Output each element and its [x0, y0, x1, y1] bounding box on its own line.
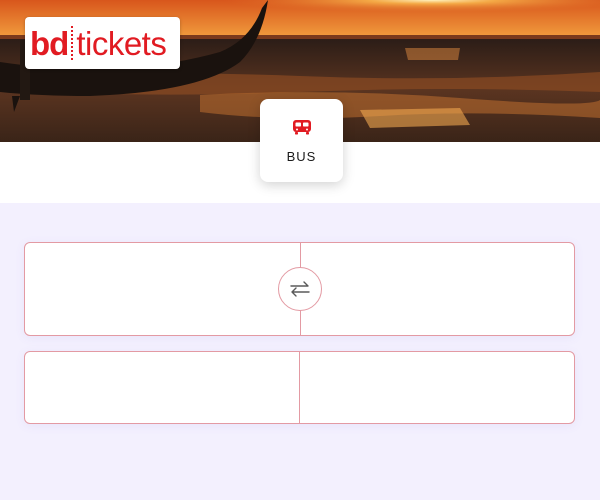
journey-date-field[interactable] — [25, 352, 299, 423]
logo-ticket-perforation — [71, 26, 74, 60]
bdtickets-logo[interactable]: bd tickets — [25, 17, 180, 69]
logo-text-tickets: tickets — [76, 24, 167, 62]
swap-arrows-icon — [290, 281, 310, 297]
swap-route-button[interactable] — [278, 267, 322, 311]
tab-bus[interactable]: BUS — [260, 99, 343, 182]
from-field[interactable] — [25, 243, 300, 335]
bus-icon — [292, 120, 311, 135]
logo-text-bd: bd — [30, 24, 69, 62]
date-selector — [24, 351, 575, 424]
tab-bus-label: BUS — [286, 149, 317, 164]
search-panel — [0, 203, 600, 500]
return-date-field[interactable] — [300, 352, 575, 423]
to-field[interactable] — [301, 243, 575, 335]
route-selector — [24, 242, 575, 336]
